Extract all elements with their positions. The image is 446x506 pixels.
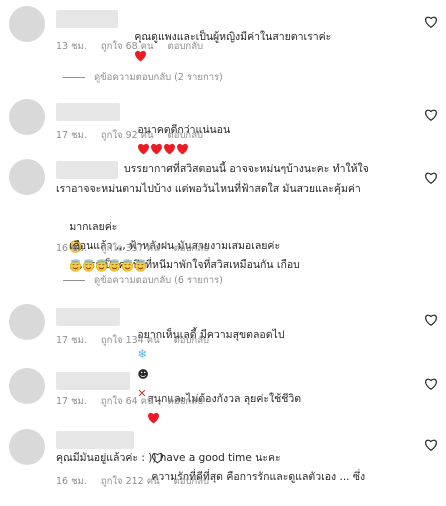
- red-heart-emoji: [138, 143, 150, 155]
- red-heart-emoji: [177, 143, 189, 155]
- comment-time: 17 ชม.: [56, 335, 87, 346]
- username-redacted[interactable]: [56, 103, 120, 121]
- comment-time: 17 ชม.: [56, 396, 87, 407]
- red-heart-emoji: [148, 412, 160, 424]
- smiling-face-with-halo-emoji: [83, 258, 95, 272]
- comment-text-line: บรรยากาศที่สวิสตอนนี้ อาจจะหม่นๆบ้างนะคะ…: [124, 163, 369, 175]
- reply-button[interactable]: ตอบกลับ: [168, 130, 204, 141]
- reply-button[interactable]: ตอบกลับ: [174, 243, 210, 254]
- like-count[interactable]: ถูกใจ 92 คน: [101, 130, 154, 141]
- like-count[interactable]: ถูกใจ 357 คน: [101, 243, 160, 254]
- smiling-face-with-halo-emoji: [96, 258, 108, 272]
- comment-time: 13 ชม.: [56, 41, 87, 52]
- comment-meta: 13 ชม. ถูกใจ 68 คน ตอบกลับ: [56, 39, 217, 54]
- comment-meta: 17 ชม. ถูกใจ 92 คน ตอบกลับ: [56, 128, 217, 143]
- replies-divider: [63, 280, 85, 281]
- comment-meta: 17 ชม. ถูกใจ 134 คน ตอบกลับ: [56, 333, 223, 348]
- smiling-face-with-halo-emoji: [70, 258, 82, 272]
- smiling-face-with-halo-emoji: [122, 258, 134, 272]
- reply-button[interactable]: ตอบกลับ: [168, 41, 204, 52]
- like-heart-icon[interactable]: [424, 313, 438, 327]
- comment-meta: 16 ชม. ถูกใจ 212 คน ตอบกลับ: [56, 474, 223, 489]
- like-heart-icon[interactable]: [424, 438, 438, 452]
- comment-meta: 17 ชม. ถูกใจ 64 คน ตอบกลับ: [56, 394, 217, 409]
- smiling-face-with-halo-emoji: [109, 258, 121, 272]
- avatar[interactable]: [9, 429, 45, 465]
- like-heart-icon[interactable]: [424, 377, 438, 391]
- comment-meta: 16 ชม. ถูกใจ 357 คน ตอบกลับ: [56, 241, 223, 256]
- view-replies-1[interactable]: ดูข้อความตอบกลับ (2 รายการ): [63, 70, 223, 85]
- like-count[interactable]: ถูกใจ 212 คน: [101, 476, 160, 487]
- like-heart-icon[interactable]: [424, 108, 438, 122]
- username-redacted[interactable]: [56, 372, 130, 390]
- like-heart-icon[interactable]: [424, 171, 438, 185]
- avatar[interactable]: [9, 159, 45, 195]
- avatar[interactable]: [9, 6, 45, 42]
- like-heart-icon[interactable]: [424, 15, 438, 29]
- reply-button[interactable]: ตอบกลับ: [174, 476, 210, 487]
- comment-text-line: คุณมีมันอยู่แล้วค่ะ : )) have a good tim…: [56, 452, 281, 464]
- comment-time: 17 ชม.: [56, 130, 87, 141]
- red-heart-emoji: [151, 143, 163, 155]
- red-heart-emoji: [164, 143, 176, 155]
- avatar[interactable]: [9, 368, 45, 404]
- username-redacted[interactable]: [56, 161, 118, 179]
- username-redacted[interactable]: [56, 10, 118, 28]
- replies-divider: [63, 77, 85, 78]
- reply-button[interactable]: ตอบกลับ: [168, 396, 204, 407]
- comment-time: 16 ชม.: [56, 476, 87, 487]
- avatar[interactable]: [9, 99, 45, 135]
- username-redacted[interactable]: [56, 431, 134, 449]
- comment-time: 16 ชม.: [56, 243, 87, 254]
- reply-button[interactable]: ตอบกลับ: [174, 335, 210, 346]
- like-count[interactable]: ถูกใจ 134 คน: [101, 335, 160, 346]
- avatar[interactable]: [9, 304, 45, 340]
- username-redacted[interactable]: [56, 308, 120, 326]
- view-replies-2[interactable]: ดูข้อความตอบกลับ (6 รายการ): [63, 273, 223, 288]
- comment-text-line: เราอาจจะหม่นตามไปบ้าง แต่พอวันไหนที่ฟ้าส…: [56, 183, 361, 195]
- like-count[interactable]: ถูกใจ 64 คน: [101, 396, 154, 407]
- like-count[interactable]: ถูกใจ 68 คน: [101, 41, 154, 52]
- smiling-face-with-halo-emoji: [135, 258, 147, 272]
